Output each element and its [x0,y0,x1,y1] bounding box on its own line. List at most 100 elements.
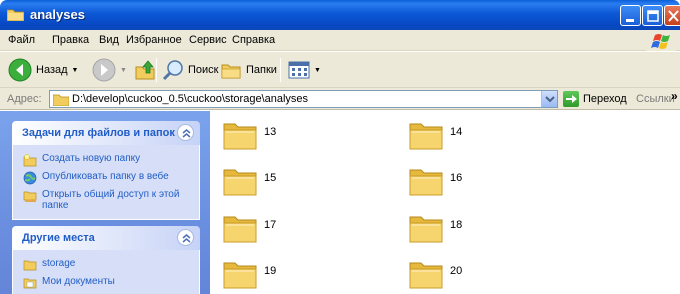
collapse-button[interactable] [177,229,194,246]
tasks-panel-title: Задачи для файлов и папок [22,127,175,139]
address-bar: Адрес: D:\develop\cuckoo_0.5\cuckoo\stor… [0,88,680,110]
go-button[interactable]: Переход [563,90,627,108]
folder-icon [409,262,443,289]
folder-name: 18 [450,219,463,231]
go-arrow-icon [563,91,579,107]
windows-logo-icon [646,32,676,51]
place-storage[interactable]: storage [13,256,199,274]
links-more[interactable]: » [671,89,678,103]
menu-edit[interactable]: Правка [52,34,89,46]
place-my-documents[interactable]: Мои документы [13,274,199,292]
address-field[interactable]: D:\develop\cuckoo_0.5\cuckoo\storage\ana… [49,90,558,108]
folder-icon [23,260,37,271]
folder-item[interactable]: 15 [222,164,312,204]
folder-item[interactable]: 17 [222,211,312,251]
collapse-button[interactable] [177,124,194,141]
folder-icon [53,94,69,106]
menu-file[interactable]: Файл [8,34,35,46]
address-label: Адрес: [7,93,42,105]
address-dropdown-button[interactable] [541,91,557,107]
back-arrow-icon [8,58,32,82]
folder-item[interactable]: 14 [408,118,498,158]
places-panel-body: storage Мои документы [12,250,200,294]
place-label: Мои документы [42,276,115,287]
folder-name: 20 [450,265,463,277]
task-label: Создать новую папку [42,153,141,164]
folders-button[interactable]: Папки [220,52,277,88]
forward-arrow-icon [92,58,116,82]
up-folder-icon [135,60,155,80]
folder-item[interactable]: 16 [408,164,498,204]
up-folder-button[interactable] [134,52,156,88]
folder-item[interactable]: 18 [408,211,498,251]
task-label: Опубликовать папку в вебе [42,171,169,182]
close-icon [668,10,679,22]
chevron-up-icon [182,234,191,243]
go-label: Переход [583,93,627,105]
folder-icon [409,216,443,243]
address-path: D:\develop\cuckoo_0.5\cuckoo\storage\ana… [72,93,309,105]
task-new-folder[interactable]: Создать новую папку [13,151,199,169]
folders-icon [221,64,241,79]
search-icon [162,60,183,81]
folder-icon [223,169,257,196]
back-dropdown-icon[interactable]: ▼ [72,67,79,74]
folder-icon [409,123,443,150]
share-folder-icon [23,191,37,202]
tasks-panel-body: Создать новую папку Опубликовать папку в… [12,145,200,220]
forward-dropdown-icon[interactable]: ▼ [120,67,127,74]
views-icon [288,61,310,79]
minimize-icon [626,19,634,22]
places-panel-header[interactable]: Другие места [12,226,200,250]
folder-item[interactable]: 20 [408,257,498,294]
menu-tools[interactable]: Сервис [189,34,227,46]
folder-icon [409,169,443,196]
chevron-up-icon [182,129,191,138]
menu-view[interactable]: Вид [99,34,119,46]
folder-item[interactable]: 19 [222,257,312,294]
menu-bar: Файл Правка Вид Избранное Сервис Справка [0,30,680,51]
maximize-button[interactable] [642,5,663,26]
links-label[interactable]: Ссылки [636,93,675,105]
close-button[interactable] [664,5,680,26]
maximize-icon [647,10,659,22]
folder-name: 17 [264,219,277,231]
folder-name: 13 [264,126,277,138]
forward-button[interactable]: ▼ [92,52,127,88]
globe-icon [23,171,37,185]
folder-item[interactable]: 13 [222,118,312,158]
task-label: Открыть общий доступ к этой папке [42,189,180,211]
folder-name: 16 [450,172,463,184]
task-publish-web[interactable]: Опубликовать папку в вебе [13,169,199,187]
search-button[interactable]: Поиск [162,52,218,88]
search-label: Поиск [188,64,219,76]
folder-name: 14 [450,126,463,138]
window-title: analyses [30,7,85,22]
menu-favorites[interactable]: Избранное [126,34,182,46]
folder-icon [7,9,24,21]
folders-label: Папки [246,64,277,76]
folder-icon [223,123,257,150]
new-folder-icon [23,154,37,167]
views-dropdown-icon[interactable]: ▼ [314,67,321,74]
folder-view[interactable]: 13 14 15 16 17 18 19 20 [210,111,680,294]
title-bar[interactable]: analyses [0,0,680,30]
minimize-button[interactable] [620,5,641,26]
views-button[interactable]: ▼ [288,52,321,88]
places-panel-title: Другие места [22,232,95,244]
chevron-down-icon [545,96,555,103]
places-panel: Другие места storage Мои документы [12,226,200,294]
folder-icon [223,262,257,289]
toolbar: Назад ▼ ▼ Поиск Папки ▼ [0,52,680,88]
task-share-folder[interactable]: Открыть общий доступ к этой папке [13,187,199,213]
my-documents-icon [23,278,37,289]
task-pane: Задачи для файлов и папок Создать новую … [0,111,210,294]
place-label: storage [42,258,76,269]
back-button[interactable]: Назад ▼ [8,52,78,88]
folder-name: 19 [264,265,277,277]
folder-icon [223,216,257,243]
tasks-panel-header[interactable]: Задачи для файлов и папок [12,121,200,145]
menu-help[interactable]: Справка [232,34,275,46]
folder-name: 15 [264,172,277,184]
back-label: Назад [36,64,68,76]
